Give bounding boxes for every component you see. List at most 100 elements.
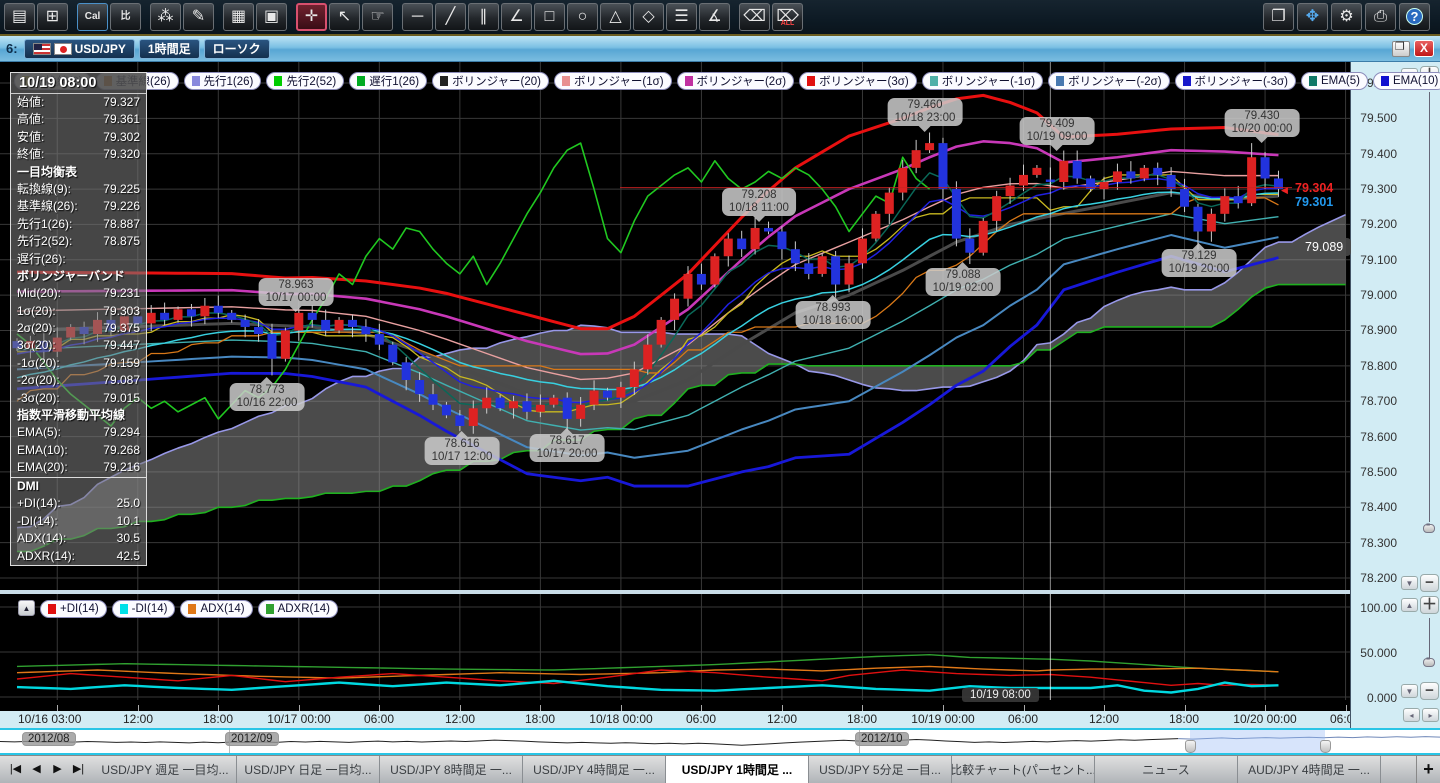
- navigator-selection-range[interactable]: [1190, 730, 1325, 753]
- candle-body: [616, 387, 625, 398]
- navigator-range-handle[interactable]: [1320, 740, 1331, 753]
- fibonacci-lines-tool[interactable]: ☰: [666, 3, 697, 31]
- symbol-button[interactable]: USD/JPY: [24, 39, 135, 59]
- zoom-slider-handle[interactable]: [1423, 524, 1435, 533]
- navigator-range-handle[interactable]: [1185, 740, 1196, 753]
- add-tab-button[interactable]: +: [1416, 756, 1440, 783]
- legend-item[interactable]: 遅行1(26): [349, 72, 427, 90]
- candle-body: [187, 309, 196, 316]
- window-close-button[interactable]: X: [1414, 40, 1434, 57]
- settings-gear-icon[interactable]: ⚙: [1331, 3, 1362, 31]
- eraser-icon[interactable]: ⌫: [739, 3, 770, 31]
- legend-color-swatch: [274, 76, 282, 86]
- candle-body: [1006, 186, 1015, 197]
- legend-item[interactable]: ボリンジャー(-2σ): [1048, 72, 1169, 90]
- chart-tab[interactable]: USD/JPY 5分足 一目...: [809, 756, 952, 783]
- print-icon[interactable]: ⎙: [1365, 3, 1396, 31]
- zoom-slider-track[interactable]: [1429, 92, 1430, 522]
- legend-item[interactable]: ボリンジャー(-1σ): [922, 72, 1043, 90]
- panel-value-row: 終値:79.320: [11, 146, 146, 163]
- candle-body: [818, 256, 827, 274]
- main-chart-canvas[interactable]: [0, 62, 1350, 594]
- chart-tab[interactable]: ニュース: [1095, 756, 1238, 783]
- legend-item[interactable]: ADX(14): [180, 600, 252, 618]
- price-axis-label: 78.800: [1353, 359, 1397, 373]
- chart-tab[interactable]: USD/JPY 日足 一目均...: [237, 756, 380, 783]
- legend-item[interactable]: 先行1(26): [184, 72, 262, 90]
- legend-item[interactable]: ボリンジャー(2σ): [677, 72, 795, 90]
- triangle-tool[interactable]: △: [600, 3, 631, 31]
- legend-item[interactable]: EMA(5): [1301, 72, 1368, 90]
- time-axis-label: 10/20 00:00: [1233, 712, 1296, 726]
- legend-item[interactable]: ボリンジャー(-3σ): [1175, 72, 1296, 90]
- legend-item[interactable]: ボリンジャー(3σ): [799, 72, 917, 90]
- chart-tab[interactable]: 比較チャート(パーセント...: [952, 756, 1095, 783]
- tab-prev-button[interactable]: ◀: [27, 760, 46, 779]
- chart-tab[interactable]: USD/JPY 週足 一目均...: [94, 756, 237, 783]
- eraser-all-icon[interactable]: ⌦ALL: [772, 3, 803, 31]
- scroll-down-button[interactable]: ▼: [1401, 684, 1418, 698]
- candle-body: [858, 239, 867, 264]
- zoom-slider-handle[interactable]: [1423, 658, 1435, 667]
- calendar-icon[interactable]: Cal: [77, 3, 108, 31]
- legend-item[interactable]: ボリンジャー(1σ): [554, 72, 672, 90]
- legend-item[interactable]: ボリンジャー(20): [432, 72, 549, 90]
- data-table-icon[interactable]: ▤: [4, 3, 35, 31]
- chart-settings-icon[interactable]: ▦: [223, 3, 254, 31]
- collapse-pane-button[interactable]: ▲: [18, 600, 35, 616]
- horizontal-line-tool[interactable]: ─: [402, 3, 433, 31]
- legend-label: 先行1(26): [204, 73, 254, 89]
- timeframe-button[interactable]: 1時間足: [139, 39, 200, 59]
- window-restore-button[interactable]: [1392, 41, 1410, 57]
- time-axis-label: 10/17 00:00: [267, 712, 330, 726]
- history-navigator[interactable]: 2012/082012/092012/10: [0, 728, 1440, 755]
- tab-first-button[interactable]: |◀: [6, 760, 25, 779]
- draw-pencil-icon[interactable]: ✎: [183, 3, 214, 31]
- fullscreen-icon[interactable]: ✥: [1297, 3, 1328, 31]
- legend-item[interactable]: +DI(14): [40, 600, 107, 618]
- legend-item[interactable]: EMA(10): [1373, 72, 1440, 90]
- zoom-out-button[interactable]: −: [1420, 682, 1439, 700]
- candle-body: [724, 239, 733, 257]
- cursor-tool[interactable]: ↖: [329, 3, 360, 31]
- legend-item[interactable]: 先行2(52): [266, 72, 344, 90]
- chart-window-titlebar[interactable]: 6: USD/JPY 1時間足 ローソク X: [0, 36, 1440, 62]
- chart-tab[interactable]: AUD/JPY 4時間足 一...: [1238, 756, 1381, 783]
- time-scroll-button[interactable]: ▸: [1422, 708, 1439, 722]
- new-chart-icon[interactable]: ⊞: [37, 3, 68, 31]
- legend-item[interactable]: -DI(14): [112, 600, 176, 618]
- parallel-lines-tool[interactable]: ∥: [468, 3, 499, 31]
- scroll-up-button[interactable]: ▲: [1401, 598, 1418, 612]
- time-scroll-button[interactable]: ◂: [1403, 708, 1420, 722]
- zoom-out-button[interactable]: −: [1420, 574, 1439, 592]
- pan-tool[interactable]: ☞: [362, 3, 393, 31]
- zoom-in-button[interactable]: ＋: [1420, 596, 1439, 614]
- main-chart-pane[interactable]: [0, 62, 1350, 594]
- trend-line-tool[interactable]: ╱: [435, 3, 466, 31]
- ellipse-tool[interactable]: ○: [567, 3, 598, 31]
- candle-body: [281, 330, 290, 358]
- indicator-settings-icon[interactable]: ⁂: [150, 3, 181, 31]
- scroll-down-button[interactable]: ▼: [1401, 576, 1418, 590]
- price-extreme-callout: 78.61710/17 20:00: [530, 434, 605, 462]
- legend-item[interactable]: ADXR(14): [258, 600, 338, 618]
- help-icon[interactable]: ?: [1399, 3, 1430, 31]
- legend-label: ボリンジャー(1σ): [574, 73, 664, 89]
- panel-section-header: ボリンジャーバンド: [11, 268, 146, 285]
- candle-body: [992, 196, 1001, 221]
- chart-type-button[interactable]: ローソク: [204, 39, 270, 59]
- tab-next-button[interactable]: ▶: [48, 760, 67, 779]
- candle-body: [845, 263, 854, 284]
- chart-tab[interactable]: USD/JPY 8時間足 一...: [380, 756, 523, 783]
- cascade-windows-icon[interactable]: ❐: [1263, 3, 1294, 31]
- polygon-tool[interactable]: ◇: [633, 3, 664, 31]
- angle-line-tool[interactable]: ∠: [501, 3, 532, 31]
- gann-fan-tool[interactable]: ∡: [699, 3, 730, 31]
- chart-tab[interactable]: USD/JPY 4時間足 一...: [523, 756, 666, 783]
- rectangle-tool[interactable]: □: [534, 3, 565, 31]
- chart-tab-active[interactable]: USD/JPY 1時間足 ...: [666, 756, 809, 783]
- save-icon[interactable]: ▣: [256, 3, 287, 31]
- compare-icon[interactable]: 比: [110, 3, 141, 31]
- crosshair-tool[interactable]: ✛: [296, 3, 327, 31]
- tab-last-button[interactable]: ▶|: [69, 760, 88, 779]
